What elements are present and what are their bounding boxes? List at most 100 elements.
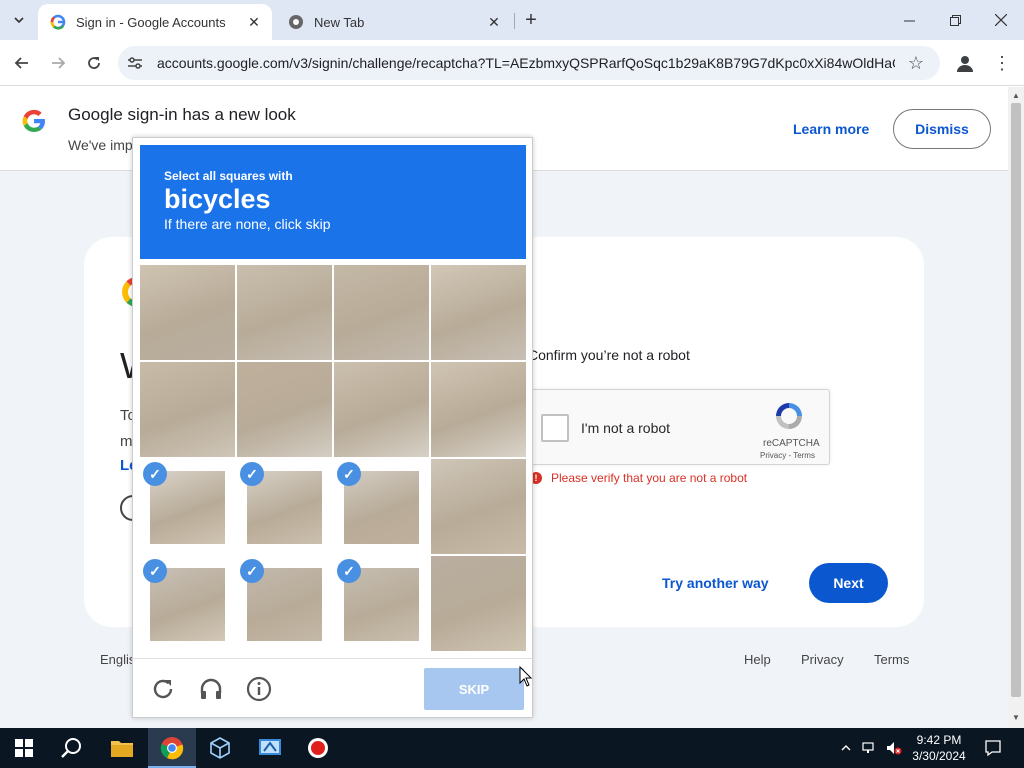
tile-image: [431, 362, 526, 457]
search-button[interactable]: [48, 728, 96, 768]
checkmark-icon: ✓: [240, 559, 264, 583]
challenge-tile[interactable]: [431, 556, 526, 651]
tab-new-tab[interactable]: New Tab ✕: [276, 4, 512, 40]
restore-icon: [949, 14, 961, 26]
clock-time: 9:42 PM: [916, 733, 962, 747]
bookmark-star-icon[interactable]: ☆: [906, 53, 926, 73]
close-window-button[interactable]: [978, 0, 1024, 40]
chrome-taskbar-button[interactable]: [148, 728, 196, 768]
learn-more-link[interactable]: Learn more: [793, 121, 869, 137]
minimize-button[interactable]: [886, 0, 932, 40]
tab-google-accounts[interactable]: Sign in - Google Accounts ✕: [38, 4, 272, 40]
tab-divider: [514, 13, 515, 29]
description-text: m: [120, 433, 133, 450]
tile-image: [431, 265, 526, 360]
file-explorer-button[interactable]: [98, 728, 146, 768]
checkmark-icon: ✓: [143, 559, 167, 583]
chevron-up-icon[interactable]: [838, 740, 854, 756]
recaptcha-privacy-terms[interactable]: Privacy - Terms: [760, 451, 815, 460]
tab-title: Sign in - Google Accounts: [76, 14, 226, 30]
taskbar-clock[interactable]: 9:42 PM 3/30/2024: [900, 732, 978, 764]
try-another-way-button[interactable]: Try another way: [662, 575, 769, 591]
close-icon[interactable]: ✕: [244, 12, 264, 32]
close-icon[interactable]: ✕: [484, 12, 504, 32]
challenge-tile[interactable]: [431, 362, 526, 457]
challenge-tile[interactable]: [334, 362, 429, 457]
address-bar[interactable]: accounts.google.com/v3/signin/challenge/…: [118, 46, 940, 80]
arrow-left-icon: [14, 57, 28, 69]
error-text: Please verify that you are not a robot: [551, 471, 748, 485]
page-scrollbar[interactable]: ▲ ▼: [1008, 87, 1024, 728]
challenge-tile[interactable]: [431, 459, 526, 554]
tile-image: [431, 556, 526, 651]
skip-button[interactable]: SKIP: [424, 668, 524, 710]
banner-title: Google sign-in has a new look: [68, 105, 296, 124]
checkmark-icon: ✓: [143, 462, 167, 486]
forward-button[interactable]: [44, 49, 72, 77]
folder-icon: [111, 741, 133, 757]
start-button[interactable]: [0, 728, 48, 768]
google-logo-icon: [22, 109, 45, 132]
audio-challenge-button[interactable]: [197, 675, 225, 703]
mouse-cursor-icon: [519, 666, 533, 687]
challenge-tile[interactable]: [237, 362, 332, 457]
new-tab-button[interactable]: +: [520, 8, 542, 32]
privacy-link[interactable]: Privacy: [801, 652, 844, 667]
tile-image: [334, 265, 429, 360]
tile-image: [431, 459, 526, 554]
challenge-tile[interactable]: ✓: [237, 556, 332, 651]
restore-button[interactable]: [932, 0, 978, 40]
notifications-icon[interactable]: [984, 739, 1002, 757]
tab-search-button[interactable]: [6, 8, 32, 32]
back-button[interactable]: [8, 49, 36, 77]
checkmark-icon: ✓: [337, 462, 361, 486]
cube-icon: [210, 737, 230, 759]
challenge-tile[interactable]: ✓: [140, 556, 235, 651]
arrow-right-icon: [52, 57, 66, 69]
checkmark-icon: ✓: [337, 559, 361, 583]
windows-logo-icon: [15, 739, 33, 757]
challenge-tile[interactable]: ✓: [334, 459, 429, 554]
challenge-tile[interactable]: ✓: [334, 556, 429, 651]
language-selector[interactable]: Englis: [100, 652, 135, 667]
info-button[interactable]: [245, 675, 273, 703]
next-button[interactable]: Next: [809, 563, 888, 603]
challenge-tile[interactable]: [334, 265, 429, 360]
reload-challenge-button[interactable]: [149, 675, 177, 703]
challenge-object: bicycles: [164, 184, 271, 214]
challenge-tile[interactable]: [237, 265, 332, 360]
scroll-down-icon[interactable]: ▼: [1012, 713, 1020, 722]
headphones-icon: [200, 678, 222, 699]
tile-image: [140, 362, 235, 457]
challenge-tile[interactable]: [140, 265, 235, 360]
network-icon[interactable]: [862, 740, 878, 756]
app-cube-button[interactable]: [196, 728, 244, 768]
tab-title: New Tab: [314, 14, 365, 30]
challenge-tile[interactable]: ✓: [140, 459, 235, 554]
app-settings-button[interactable]: [246, 728, 294, 768]
windows-taskbar: 9:42 PM 3/30/2024: [0, 728, 1024, 768]
reload-button[interactable]: [80, 49, 108, 77]
scroll-up-icon[interactable]: ▲: [1012, 91, 1020, 100]
profile-button[interactable]: [952, 50, 978, 76]
challenge-tile[interactable]: [140, 362, 235, 457]
tab-strip: Sign in - Google Accounts ✕ New Tab ✕ +: [0, 0, 1024, 40]
record-button[interactable]: [294, 728, 342, 768]
challenge-hint: If there are none, click skip: [164, 215, 331, 232]
challenge-tile[interactable]: [431, 265, 526, 360]
more-menu-icon[interactable]: ⋮: [992, 50, 1012, 76]
help-link[interactable]: Help: [744, 652, 771, 667]
url-text[interactable]: accounts.google.com/v3/signin/challenge/…: [157, 55, 895, 71]
site-settings-icon[interactable]: [126, 54, 144, 72]
terms-link[interactable]: Terms: [874, 652, 909, 667]
scroll-thumb[interactable]: [1011, 103, 1021, 697]
not-robot-checkbox[interactable]: [541, 414, 569, 442]
recaptcha-widget: I'm not a robot reCAPTCHA Privacy - Term…: [530, 389, 830, 465]
close-icon: [995, 14, 1007, 26]
dismiss-button[interactable]: Dismiss: [893, 109, 991, 149]
record-icon: [308, 738, 328, 758]
reload-icon: [88, 57, 100, 69]
verify-error: ! Please verify that you are not a robot: [530, 471, 747, 485]
challenge-tile[interactable]: ✓: [237, 459, 332, 554]
browser-toolbar: accounts.google.com/v3/signin/challenge/…: [0, 40, 1024, 86]
